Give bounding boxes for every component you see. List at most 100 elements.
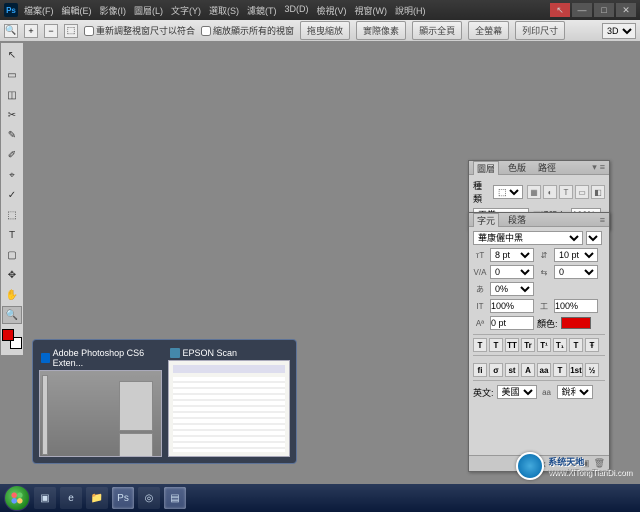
menu-3d[interactable]: 3D(D) [285, 4, 309, 17]
aa-label: aa [540, 385, 554, 399]
menu-edit[interactable]: 編輯(E) [62, 4, 92, 17]
taskbar-folder-icon[interactable]: 📁 [86, 487, 108, 509]
superscript-button[interactable]: T¹ [537, 338, 551, 352]
ot-titl-button[interactable]: T [553, 363, 567, 377]
workspace-select[interactable]: 3D [602, 23, 636, 39]
alt-tab-item-photoshop[interactable]: Adobe Photoshop CS6 Exten... [39, 346, 162, 457]
menu-select[interactable]: 選取(S) [209, 4, 239, 17]
fill-screen-button[interactable]: 全螢幕 [468, 21, 509, 40]
taskbar-photoshop-icon[interactable]: Ps [112, 487, 134, 509]
color-swatches[interactable] [2, 329, 22, 349]
window-pointer-button[interactable]: ↖ [550, 3, 570, 17]
menu-window[interactable]: 視窗(W) [355, 4, 388, 17]
filter-adjust-icon[interactable]: ◐ [543, 185, 557, 199]
italic-button[interactable]: T [489, 338, 503, 352]
font-style-select[interactable]: - [586, 231, 602, 245]
bold-button[interactable]: T [473, 338, 487, 352]
antialias-select[interactable]: 銳利 [557, 385, 593, 399]
lasso-tool[interactable]: ◫ [2, 86, 22, 104]
kind-select[interactable]: ⬚ [493, 185, 523, 199]
taskbar-explorer-icon[interactable]: ▣ [34, 487, 56, 509]
panel-collapse-icon[interactable]: ▾ [592, 162, 597, 173]
font-family-select[interactable]: 華康儷中黑 [473, 231, 583, 245]
text-color-swatch[interactable] [561, 317, 591, 329]
window-close-button[interactable]: ✕ [616, 3, 636, 17]
foreground-color-swatch[interactable] [2, 329, 14, 341]
start-button[interactable] [4, 485, 30, 511]
underline-button[interactable]: T [569, 338, 583, 352]
eraser-tool[interactable]: ✓ [2, 186, 22, 204]
zoom-tool[interactable]: 🔍 [2, 306, 22, 324]
menu-view[interactable]: 檢視(V) [317, 4, 347, 17]
filter-shape-icon[interactable]: ▭ [575, 185, 589, 199]
paths-tab[interactable]: 路徑 [535, 161, 559, 174]
font-size-input[interactable]: 8 pt [490, 248, 534, 262]
paragraph-tab[interactable]: 段落 [505, 213, 529, 226]
tracking-input[interactable]: 0 [554, 265, 598, 279]
kerning-input[interactable]: 0 [490, 265, 534, 279]
path-tool[interactable]: ✥ [2, 266, 22, 284]
character-tab[interactable]: 字元 [473, 213, 499, 227]
vscale-input[interactable] [490, 299, 534, 313]
channels-tab[interactable]: 色版 [505, 161, 529, 174]
marquee-tool[interactable]: ▭ [2, 66, 22, 84]
menu-layer[interactable]: 圖層(L) [134, 4, 163, 17]
color-label: 顏色: [537, 317, 558, 330]
window-min-button[interactable]: — [572, 3, 592, 17]
menu-type[interactable]: 文字(Y) [171, 4, 201, 17]
scrubby-zoom-button[interactable]: 拖曳縮放 [300, 21, 350, 40]
window-max-button[interactable]: □ [594, 3, 614, 17]
ot-liga-button[interactable]: fi [473, 363, 487, 377]
type-tool[interactable]: T [2, 226, 22, 244]
taskbar-360-icon[interactable]: ◎ [138, 487, 160, 509]
menu-image[interactable]: 影像(I) [100, 4, 127, 17]
hscale-input[interactable] [554, 299, 598, 313]
print-size-button[interactable]: 列印尺寸 [515, 21, 565, 40]
lang-select[interactable]: 美國 [497, 385, 537, 399]
layers-tab[interactable]: 圖層 [473, 161, 499, 175]
fit-screen-button[interactable]: 顯示全頁 [412, 21, 462, 40]
allcaps-button[interactable]: TT [505, 338, 519, 352]
ot-swsh-button[interactable]: A [521, 363, 535, 377]
menu-file[interactable]: 檔案(F) [24, 4, 54, 17]
ot-ordn-button[interactable]: 1st [569, 363, 583, 377]
ot-salt-button[interactable]: aa [537, 363, 551, 377]
move-tool[interactable]: ↖ [2, 46, 22, 64]
zoom-in-icon[interactable]: + [24, 24, 38, 38]
filter-smart-icon[interactable]: ◧ [591, 185, 605, 199]
crop-tool[interactable]: ✂ [2, 106, 22, 124]
hand-tool[interactable]: ✋ [2, 286, 22, 304]
zoom-fit-icon[interactable]: ⬚ [64, 24, 78, 38]
actual-pixels-button[interactable]: 實際像素 [356, 21, 406, 40]
menu-help[interactable]: 說明(H) [395, 4, 426, 17]
hscale-icon: 工 [537, 299, 551, 313]
shift-input[interactable]: 0% [490, 282, 534, 296]
ot-frac-button[interactable]: ½ [585, 363, 599, 377]
zoom-out-icon[interactable]: − [44, 24, 58, 38]
alt-tab-switcher[interactable]: Adobe Photoshop CS6 Exten... EPSON Scan [32, 339, 297, 464]
filter-type-icon[interactable]: T [559, 185, 573, 199]
subscript-button[interactable]: T₁ [553, 338, 567, 352]
alt-tab-item-epson[interactable]: EPSON Scan [168, 346, 291, 457]
zoom-tool-icon[interactable]: 🔍 [4, 24, 18, 38]
shape-tool[interactable]: ▢ [2, 246, 22, 264]
brush-tool[interactable]: ✐ [2, 146, 22, 164]
menu-filter[interactable]: 濾鏡(T) [247, 4, 277, 17]
taskbar-ie-icon[interactable]: e [60, 487, 82, 509]
leading-input[interactable]: 10 pt [554, 248, 598, 262]
stamp-tool[interactable]: ⌖ [2, 166, 22, 184]
gradient-tool[interactable]: ⬚ [2, 206, 22, 224]
panel-menu-icon[interactable]: ≡ [600, 215, 605, 225]
watermark-logo-icon [516, 452, 544, 480]
baseline-input[interactable] [490, 316, 534, 330]
strike-button[interactable]: Ŧ [585, 338, 599, 352]
ot-dlig-button[interactable]: st [505, 363, 519, 377]
panel-menu-icon[interactable]: ≡ [600, 162, 605, 173]
ot-calt-button[interactable]: σ [489, 363, 503, 377]
eyedropper-tool[interactable]: ✎ [2, 126, 22, 144]
resize-window-checkbox[interactable]: 重新調整視窗尺寸以符合 [84, 24, 195, 37]
filter-pixel-icon[interactable]: ▦ [527, 185, 541, 199]
zoom-all-checkbox[interactable]: 縮放顯示所有的視窗 [201, 24, 294, 37]
taskbar-epson-icon[interactable]: ▤ [164, 487, 186, 509]
smallcaps-button[interactable]: Tr [521, 338, 535, 352]
